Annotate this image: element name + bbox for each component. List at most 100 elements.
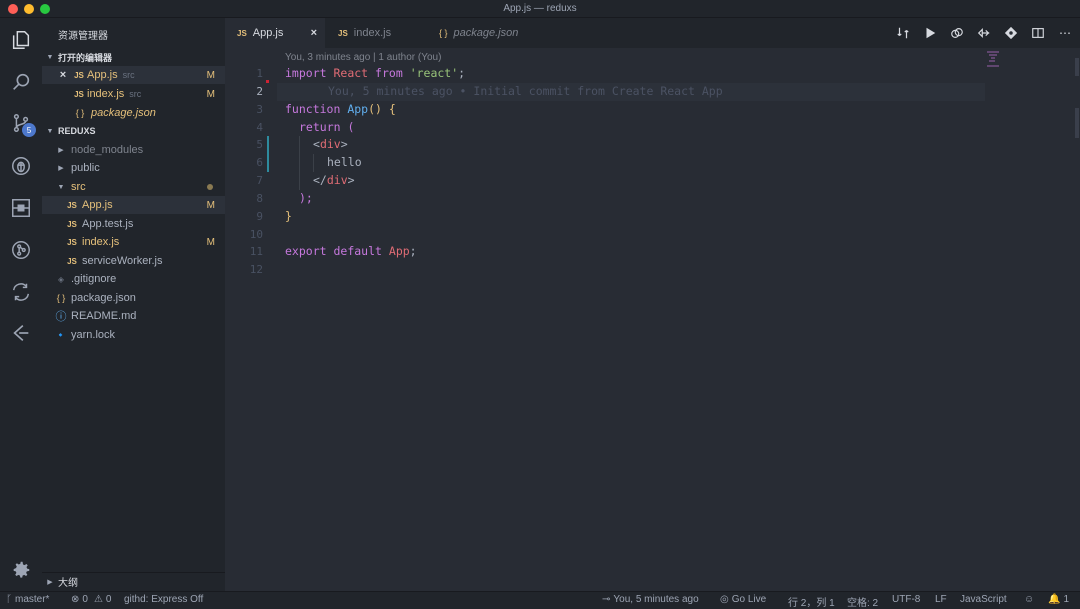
- title-bar: App.js — reduxs: [0, 0, 1080, 18]
- line-number: 7: [256, 174, 263, 187]
- folder-src[interactable]: ▼ src: [42, 178, 225, 196]
- file-app-js[interactable]: JS App.js M: [42, 196, 225, 214]
- info-icon: ⓘ: [55, 311, 67, 323]
- tab-index-js[interactable]: JS index.js: [326, 18, 426, 48]
- sidebar-title: 资源管理器: [58, 31, 108, 42]
- close-icon[interactable]: ×: [57, 69, 69, 81]
- javascript-file-icon: JS: [74, 70, 84, 80]
- code-line-8: );: [299, 191, 313, 205]
- code-editor[interactable]: You, 3 minutes ago | 1 author (You) 1 2 …: [225, 48, 1080, 591]
- line-number: 1: [256, 67, 263, 80]
- line-number: 10: [249, 228, 263, 241]
- file-app-test-js[interactable]: JS App.test.js: [42, 215, 225, 233]
- codelens-authors[interactable]: You, 3 minutes ago | 1 author (You): [285, 52, 441, 63]
- git-branch-status[interactable]: ᚴ master*: [6, 594, 49, 605]
- go-live-button[interactable]: ◎ Go Live: [720, 594, 766, 605]
- more-actions-icon[interactable]: ⋯: [1057, 25, 1073, 41]
- javascript-file-icon: JS: [74, 89, 84, 99]
- extensions-icon[interactable]: [8, 195, 34, 221]
- javascript-file-icon: JS: [67, 200, 77, 210]
- code-line-4: return (: [299, 120, 355, 134]
- source-control-icon[interactable]: 5: [8, 110, 36, 137]
- githd-status[interactable]: githd: Express Off: [124, 594, 203, 605]
- line-number: 5: [256, 138, 263, 151]
- code-line-1: import React from 'react';: [285, 66, 466, 80]
- open-changes-icon[interactable]: [949, 25, 965, 41]
- warning-icon: ⚠: [93, 594, 103, 605]
- code-line-7: </div>: [313, 173, 355, 187]
- tab-app-js[interactable]: JS App.js ×: [225, 18, 325, 48]
- remote-icon[interactable]: [8, 320, 34, 346]
- encoding-status[interactable]: UTF-8: [892, 594, 920, 605]
- status-bar: ᚴ master* ⊗ 0 ⚠ 0 githd: Express Off ⊸ You, …: [0, 591, 1080, 609]
- chevron-down-icon: ▼: [46, 53, 54, 61]
- indent-guide: [313, 154, 314, 172]
- json-file-icon: { }: [75, 108, 85, 118]
- folder-public[interactable]: ▶ public: [42, 159, 225, 177]
- line-number: 8: [256, 192, 263, 205]
- modified-flag: M: [206, 199, 215, 211]
- blame-status[interactable]: ⊸ You, 5 minutes ago: [602, 594, 699, 605]
- file-package-json[interactable]: { } package.json: [42, 289, 225, 307]
- line-number: 12: [249, 263, 263, 276]
- scrollbar-thumb[interactable]: [1075, 108, 1079, 138]
- file-readme-md[interactable]: ⓘ README.md: [42, 307, 225, 325]
- file-index-js[interactable]: JS index.js M: [42, 233, 225, 251]
- line-number: 11: [249, 245, 263, 258]
- close-tab-icon[interactable]: ×: [311, 27, 317, 39]
- minimap[interactable]: [985, 50, 1001, 68]
- split-editor-icon[interactable]: [1030, 25, 1046, 41]
- json-file-icon: { }: [439, 28, 448, 38]
- outline-section-header[interactable]: ▶ 大纲: [42, 572, 225, 590]
- inline-blame: You, 5 minutes ago • Initial commit from…: [328, 84, 723, 98]
- window-title: App.js — reduxs: [503, 3, 577, 14]
- modified-flag: M: [206, 69, 215, 81]
- language-mode[interactable]: JavaScript: [960, 594, 1007, 605]
- line-number: 6: [256, 156, 263, 169]
- vertical-scrollbar[interactable]: [1072, 48, 1080, 591]
- previous-revision-icon[interactable]: [976, 25, 992, 41]
- broadcast-icon: ◎: [720, 594, 729, 605]
- live-share-icon[interactable]: [8, 279, 34, 305]
- explorer-icon[interactable]: [8, 27, 34, 53]
- chevron-right-icon: ▶: [58, 165, 64, 172]
- open-editor-item[interactable]: × JS App.js src M: [42, 66, 225, 84]
- javascript-file-icon: JS: [237, 28, 247, 38]
- folder-node-modules[interactable]: ▶ node_modules: [42, 141, 225, 159]
- feedback-smiley-icon[interactable]: ☺: [1024, 594, 1034, 605]
- indentation-status[interactable]: 空格: 2: [847, 594, 878, 609]
- javascript-file-icon: JS: [67, 219, 77, 229]
- file-yarn-lock[interactable]: 🔹 yarn.lock: [42, 326, 225, 344]
- error-icon: ⊗: [71, 594, 80, 605]
- file-serviceworker-js[interactable]: JS serviceWorker.js: [42, 252, 225, 270]
- open-editor-item[interactable]: JS index.js src M: [42, 85, 225, 103]
- settings-gear-icon[interactable]: [8, 557, 34, 583]
- run-icon[interactable]: [922, 25, 938, 41]
- code-line-3: function App() {: [285, 102, 396, 116]
- line-number: 9: [256, 210, 263, 223]
- explorer-sidebar: 资源管理器 ▼ 打开的编辑器 × JS App.js src M JS inde…: [42, 18, 225, 591]
- eol-status[interactable]: LF: [935, 594, 947, 605]
- open-editor-item[interactable]: { } package.json: [42, 104, 225, 122]
- problems-status[interactable]: ⊗ 0 ⚠ 0: [71, 594, 111, 605]
- javascript-file-icon: JS: [67, 256, 77, 266]
- code-line-11: export default App;: [285, 244, 417, 258]
- gitlens-icon[interactable]: [8, 237, 34, 263]
- compare-changes-icon[interactable]: [895, 25, 911, 41]
- deleted-line-marker: [266, 80, 269, 83]
- chevron-down-icon: ▼: [46, 127, 54, 135]
- git-commit-icon[interactable]: [1003, 25, 1019, 41]
- yarn-icon: 🔹: [55, 329, 67, 340]
- tab-package-json[interactable]: { } package.json: [427, 18, 547, 48]
- javascript-file-icon: JS: [338, 28, 348, 38]
- scrollbar-thumb[interactable]: [1075, 58, 1079, 76]
- cursor-position[interactable]: 行 2，列 1: [788, 594, 835, 609]
- notifications-status[interactable]: 🔔 1: [1048, 594, 1069, 605]
- search-icon[interactable]: [8, 69, 34, 95]
- line-number: 3: [256, 103, 263, 116]
- modified-dot: [207, 184, 213, 190]
- open-editors-header[interactable]: ▼ 打开的编辑器: [42, 48, 225, 66]
- debug-icon[interactable]: [8, 153, 34, 179]
- project-header[interactable]: ▼ REDUXS: [42, 122, 225, 140]
- file-gitignore[interactable]: ◈ .gitignore: [42, 270, 225, 288]
